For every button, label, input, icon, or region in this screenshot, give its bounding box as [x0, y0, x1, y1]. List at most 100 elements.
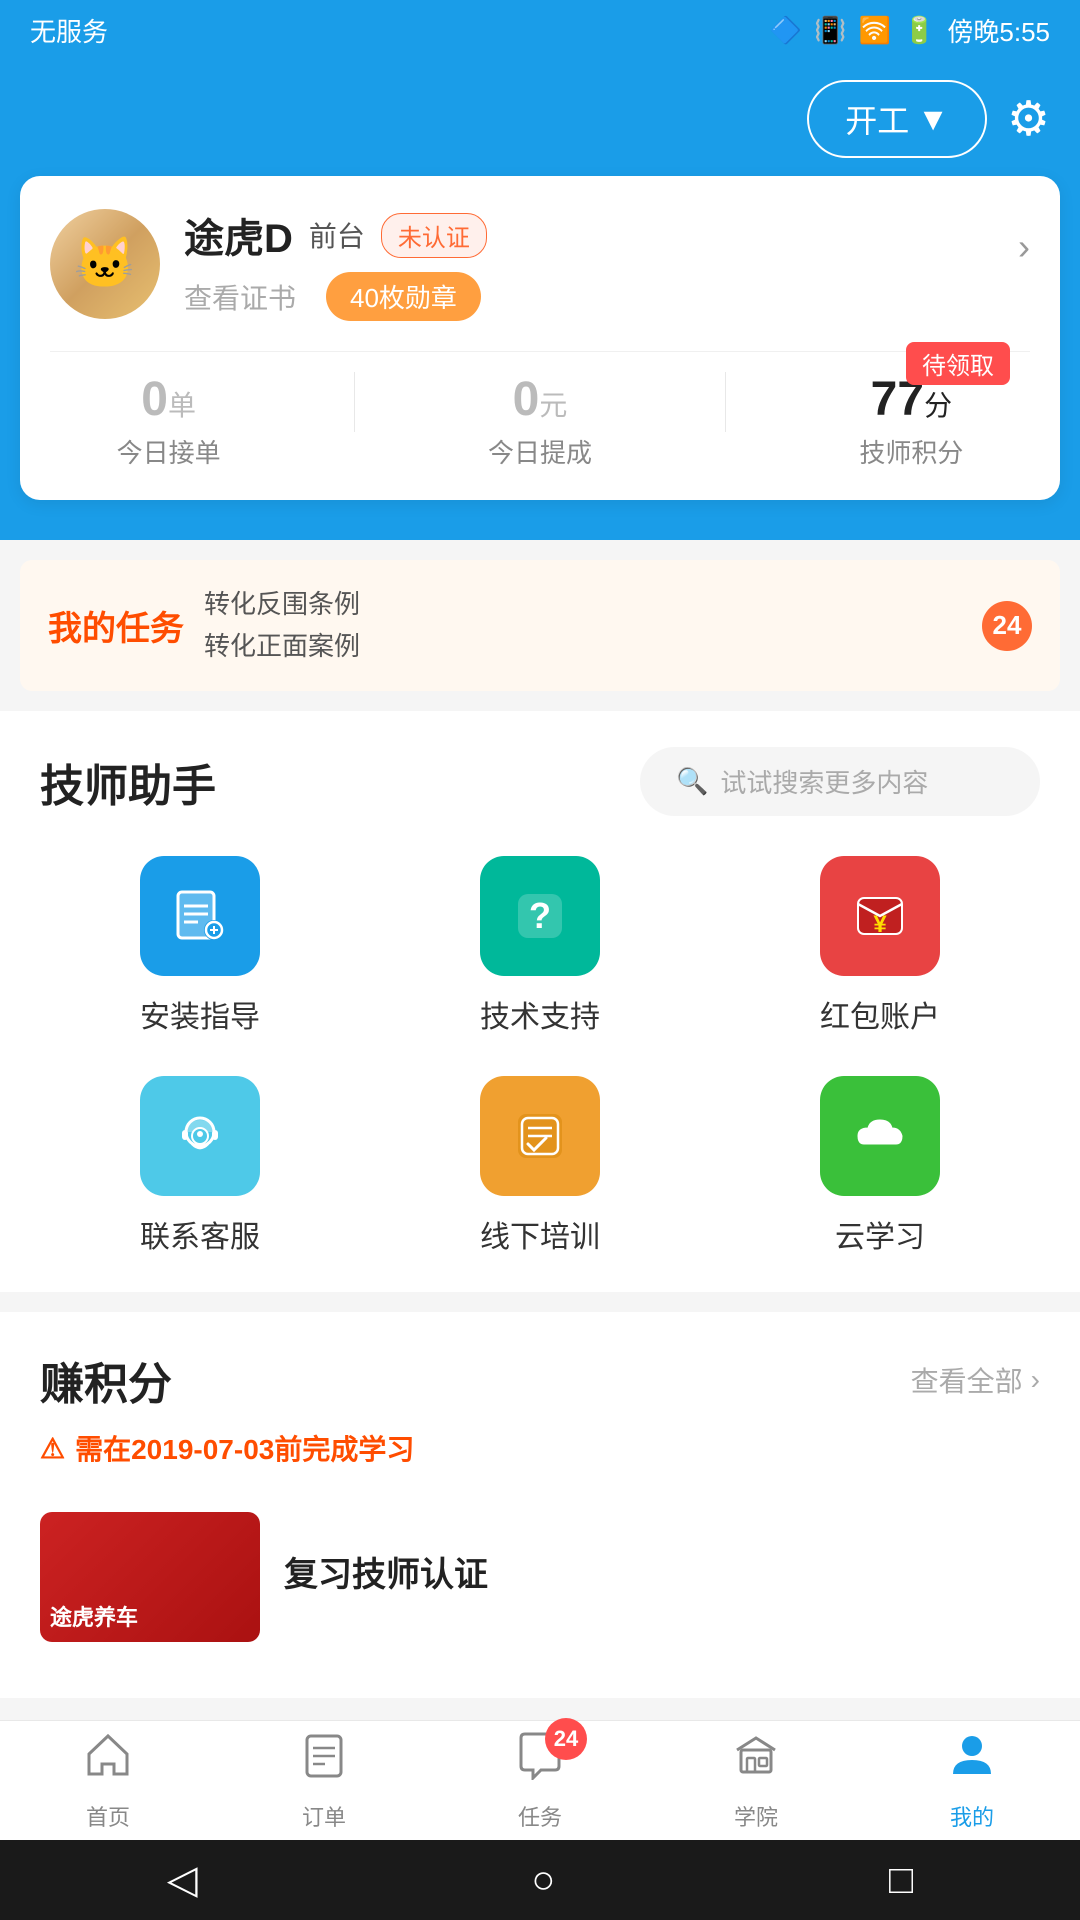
stat-divider-1	[354, 372, 355, 432]
profile-name-row: 途虎D 前台 未认证	[184, 206, 1030, 264]
tech-support-label: 技术支持	[480, 992, 600, 1036]
home-icon	[83, 1730, 133, 1792]
cert-status-badge: 未认证	[381, 213, 487, 258]
profile-chevron-icon[interactable]: ›	[1018, 226, 1030, 268]
customer-service-label: 联系客服	[140, 1212, 260, 1256]
dropdown-icon: ▼	[917, 101, 949, 138]
deadline-notice: ⚠ 需在2019-07-03前完成学习	[40, 1428, 1040, 1468]
tasks-badge: 24	[545, 1718, 587, 1760]
back-button[interactable]: ◁	[167, 1857, 198, 1903]
task-content: 转化反围条例 转化正面案例	[204, 584, 962, 667]
earn-section: 赚积分 查看全部 › ⚠ 需在2019-07-03前完成学习 途虎养车 复习技师…	[0, 1312, 1080, 1698]
customer-service-icon-box	[140, 1076, 260, 1196]
search-placeholder: 试试搜索更多内容	[720, 763, 928, 800]
stat-earnings-label: 今日提成	[488, 433, 592, 470]
settings-button[interactable]: ⚙	[1007, 91, 1050, 147]
stat-earnings-number: 0元	[488, 372, 592, 427]
app-header: 开工 ▼ ⚙	[0, 60, 1080, 188]
task-count-badge: 24	[982, 601, 1032, 651]
vibrate-icon: 📳	[814, 15, 846, 46]
profile-top-row: 🐱 途虎D 前台 未认证 查看证书 40枚勋章 ›	[50, 206, 1030, 321]
stat-orders-number: 0单	[117, 372, 221, 427]
profile-info: 途虎D 前台 未认证 查看证书 40枚勋章	[184, 206, 1030, 321]
svg-text:¥: ¥	[873, 911, 887, 938]
nav-academy-label: 学院	[734, 1800, 778, 1832]
academy-icon	[731, 1730, 781, 1792]
nav-mine-label: 我的	[950, 1800, 994, 1832]
deadline-text: 需在2019-07-03前完成学习	[75, 1428, 414, 1468]
user-role: 前台	[309, 215, 365, 255]
search-icon: 🔍	[676, 766, 708, 797]
kaigong-button[interactable]: 开工 ▼	[807, 80, 987, 158]
home-button[interactable]: ○	[531, 1858, 555, 1903]
warning-icon: ⚠	[40, 1432, 65, 1465]
assistant-section: 技师助手 🔍 试试搜索更多内容	[0, 711, 1080, 1292]
status-bar: 无服务 🔷 📳 🛜 🔋 傍晚5:55	[0, 0, 1080, 60]
profile-stats: 待领取 0单 今日接单 0元 今日提成 7	[50, 351, 1030, 470]
recent-button[interactable]: □	[889, 1858, 913, 1903]
stat-divider-2	[725, 372, 726, 432]
earn-title: 赚积分	[40, 1348, 172, 1412]
task-line-2: 转化正面案例	[204, 626, 962, 668]
no-service-label: 无服务	[30, 12, 108, 49]
time-display: 傍晚5:55	[947, 12, 1050, 49]
cloud-learning-label: 云学习	[835, 1212, 925, 1256]
nav-tasks[interactable]: 24 任务	[432, 1730, 648, 1832]
course-thumb-text: 途虎养车	[50, 1604, 138, 1633]
battery-icon: 🔋	[903, 15, 935, 46]
status-icons: 🔷 📳 🛜 🔋 傍晚5:55	[770, 12, 1050, 49]
bottom-navigation: 首页 订单 24 任务	[0, 1720, 1080, 1840]
orders-icon	[299, 1730, 349, 1792]
stat-orders-label: 今日接单	[117, 433, 221, 470]
pending-badge: 待领取	[906, 342, 1010, 385]
red-envelope-label: 红包账户	[820, 992, 940, 1036]
mine-icon	[947, 1730, 997, 1792]
icon-offline-training[interactable]: 线下培训	[380, 1076, 700, 1256]
bluetooth-icon: 🔷	[770, 15, 802, 46]
assistant-icon-grid: 安装指导 ? 技术支持 ¥	[40, 856, 1040, 1256]
nav-orders-label: 订单	[302, 1800, 346, 1832]
system-navigation: ◁ ○ □	[0, 1840, 1080, 1920]
search-box[interactable]: 🔍 试试搜索更多内容	[640, 747, 1040, 816]
profile-card: 🐱 途虎D 前台 未认证 查看证书 40枚勋章 › 待领取	[20, 176, 1060, 500]
cert-medals-row: 查看证书 40枚勋章	[184, 272, 1030, 321]
view-cert-link[interactable]: 查看证书	[184, 277, 296, 317]
nav-home-label: 首页	[86, 1800, 130, 1832]
view-all-button[interactable]: 查看全部 ›	[911, 1360, 1040, 1400]
stat-orders: 0单 今日接单	[117, 372, 221, 470]
nav-mine[interactable]: 我的	[864, 1730, 1080, 1832]
svg-text:?: ?	[529, 895, 551, 936]
install-guide-label: 安装指导	[140, 992, 260, 1036]
icon-install-guide[interactable]: 安装指导	[40, 856, 360, 1036]
icon-tech-support[interactable]: ? 技术支持	[380, 856, 700, 1036]
install-guide-icon-box	[140, 856, 260, 976]
task-line-1: 转化反围条例	[204, 584, 962, 626]
icon-red-envelope[interactable]: ¥ 红包账户	[720, 856, 1040, 1036]
wifi-icon: 🛜	[859, 15, 891, 46]
icon-cloud-learning[interactable]: 云学习	[720, 1076, 1040, 1256]
user-name: 途虎D	[184, 206, 293, 264]
earn-header: 赚积分 查看全部 ›	[40, 1348, 1040, 1412]
assistant-title: 技师助手	[40, 750, 216, 814]
assistant-header: 技师助手 🔍 试试搜索更多内容	[40, 747, 1040, 816]
stat-earnings: 0元 今日提成	[488, 372, 592, 470]
stat-points-label: 技师积分	[859, 433, 963, 470]
medals-badge: 40枚勋章	[326, 272, 481, 321]
task-banner[interactable]: 我的任务 转化反围条例 转化正面案例 24	[20, 560, 1060, 691]
course-thumbnail: 途虎养车	[40, 1512, 260, 1642]
red-envelope-icon-box: ¥	[820, 856, 940, 976]
nav-tasks-label: 任务	[518, 1800, 562, 1832]
course-info: 复习技师认证	[284, 1547, 1040, 1608]
course-card[interactable]: 途虎养车 复习技师认证	[40, 1492, 1040, 1662]
avatar: 🐱	[50, 209, 160, 319]
nav-home[interactable]: 首页	[0, 1730, 216, 1832]
tech-support-icon-box: ?	[480, 856, 600, 976]
cloud-learning-icon-box	[820, 1076, 940, 1196]
icon-customer-service[interactable]: 联系客服	[40, 1076, 360, 1256]
offline-training-label: 线下培训	[480, 1212, 600, 1256]
view-all-chevron: ›	[1031, 1364, 1040, 1396]
nav-orders[interactable]: 订单	[216, 1730, 432, 1832]
course-title: 复习技师认证	[284, 1547, 1040, 1596]
nav-academy[interactable]: 学院	[648, 1730, 864, 1832]
task-label: 我的任务	[48, 601, 184, 650]
